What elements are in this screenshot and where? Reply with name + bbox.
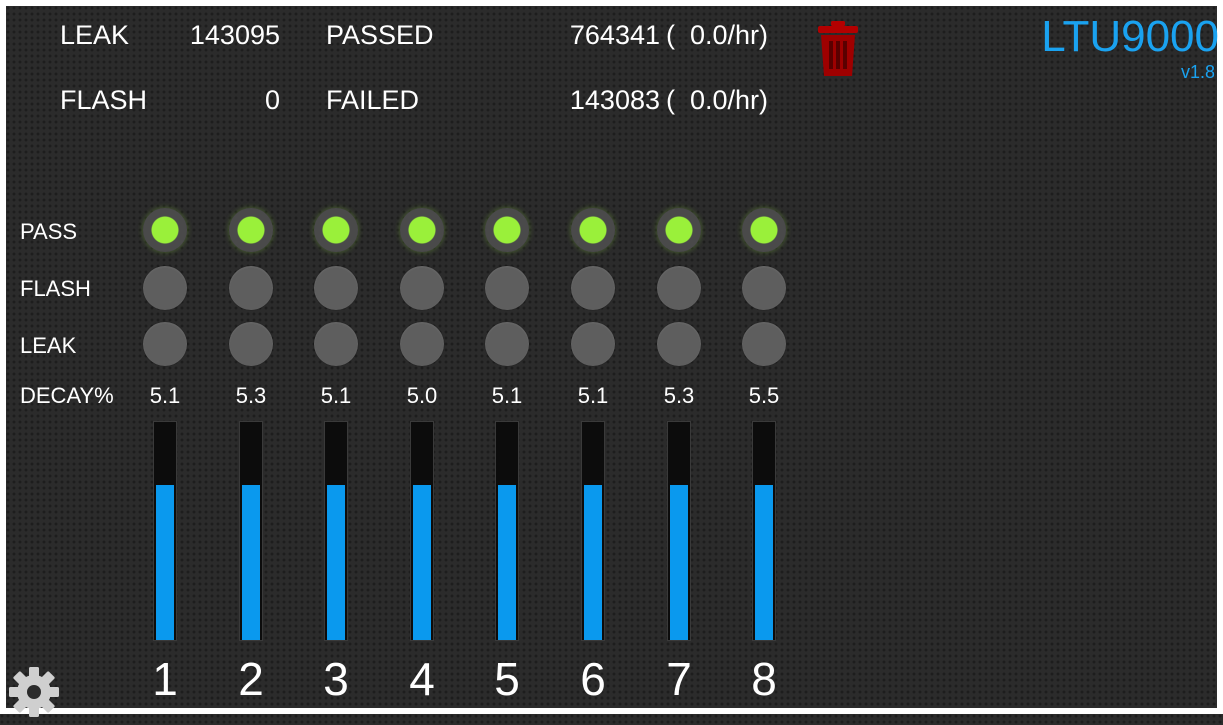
app-title: LTU9000 [1041,12,1219,61]
pass-led-4 [400,208,444,252]
leak-led-8 [742,322,786,366]
app-version: v1.8 [1180,62,1215,82]
pass-led-1 [143,208,187,252]
flash-led-4 [400,266,444,310]
passed-label: PASSED [326,20,434,50]
decay-bar-fill-5 [498,485,516,640]
leak-led-7 [657,322,701,366]
channel-number-3: 3 [323,653,349,705]
flash-led-6 [571,266,615,310]
decay-bar-2 [239,421,263,641]
flash-led-1 [143,266,187,310]
leak-count-label: LEAK [60,20,130,50]
decay-bar-fill-4 [413,485,431,640]
decay-bar-fill-2 [242,485,260,640]
failed-rate: ( 0.0/hr) [666,85,769,115]
decay-bar-6 [581,421,605,641]
pass-led-5 [485,208,529,252]
decay-bar-8 [752,421,776,641]
decay-value-2: 5.3 [235,383,267,408]
leak-led-6 [571,322,615,366]
decay-value-5: 5.1 [491,383,523,408]
decay-value-4: 5.0 [406,383,438,408]
leak-count-value: 143095 [189,20,280,50]
decay-bar-fill-3 [327,485,345,640]
channel-number-4: 4 [409,653,435,705]
decay-bar-fill-6 [584,485,602,640]
trash-icon[interactable] [817,21,859,77]
decay-bar-4 [410,421,434,641]
leak-led-2 [229,322,273,366]
flash-led-7 [657,266,701,310]
channel-number-6: 6 [580,653,606,705]
decay-bar-7 [667,421,691,641]
flash-led-3 [314,266,358,310]
failed-label: FAILED [326,85,420,115]
channel-number-1: 1 [152,653,178,705]
passed-count: 764341 [569,20,660,50]
pass-led-6 [571,208,615,252]
passed-rate: ( 0.0/hr) [666,20,769,50]
flash-row-label: FLASH [20,276,91,301]
pass-led-2 [229,208,273,252]
pass-led-3 [314,208,358,252]
channel-number-2: 2 [238,653,264,705]
flash-count-value: 0 [264,85,280,115]
decay-value-3: 5.1 [320,383,352,408]
decay-value-6: 5.1 [577,383,609,408]
decay-bar-fill-7 [670,485,688,640]
gear-icon[interactable] [6,664,62,720]
leak-led-1 [143,322,187,366]
decay-bar-1 [153,421,177,641]
leak-led-5 [485,322,529,366]
leak-row-label: LEAK [20,333,77,358]
pass-row-label: PASS [20,219,78,244]
channel-number-5: 5 [494,653,520,705]
leak-led-4 [400,322,444,366]
failed-count: 143083 [569,85,660,115]
decay-value-7: 5.3 [663,383,695,408]
decay-row-label: DECAY% [20,383,114,408]
decay-value-1: 5.1 [149,383,181,408]
flash-count-label: FLASH [60,85,148,115]
pass-led-7 [657,208,701,252]
decay-bar-5 [495,421,519,641]
flash-led-2 [229,266,273,310]
pass-led-8 [742,208,786,252]
channel-number-7: 7 [666,653,692,705]
flash-led-8 [742,266,786,310]
flash-led-5 [485,266,529,310]
decay-bar-fill-1 [156,485,174,640]
channel-number-8: 8 [751,653,777,705]
decay-bar-fill-8 [755,485,773,640]
decay-value-8: 5.5 [748,383,780,408]
decay-bar-3 [324,421,348,641]
leak-led-3 [314,322,358,366]
